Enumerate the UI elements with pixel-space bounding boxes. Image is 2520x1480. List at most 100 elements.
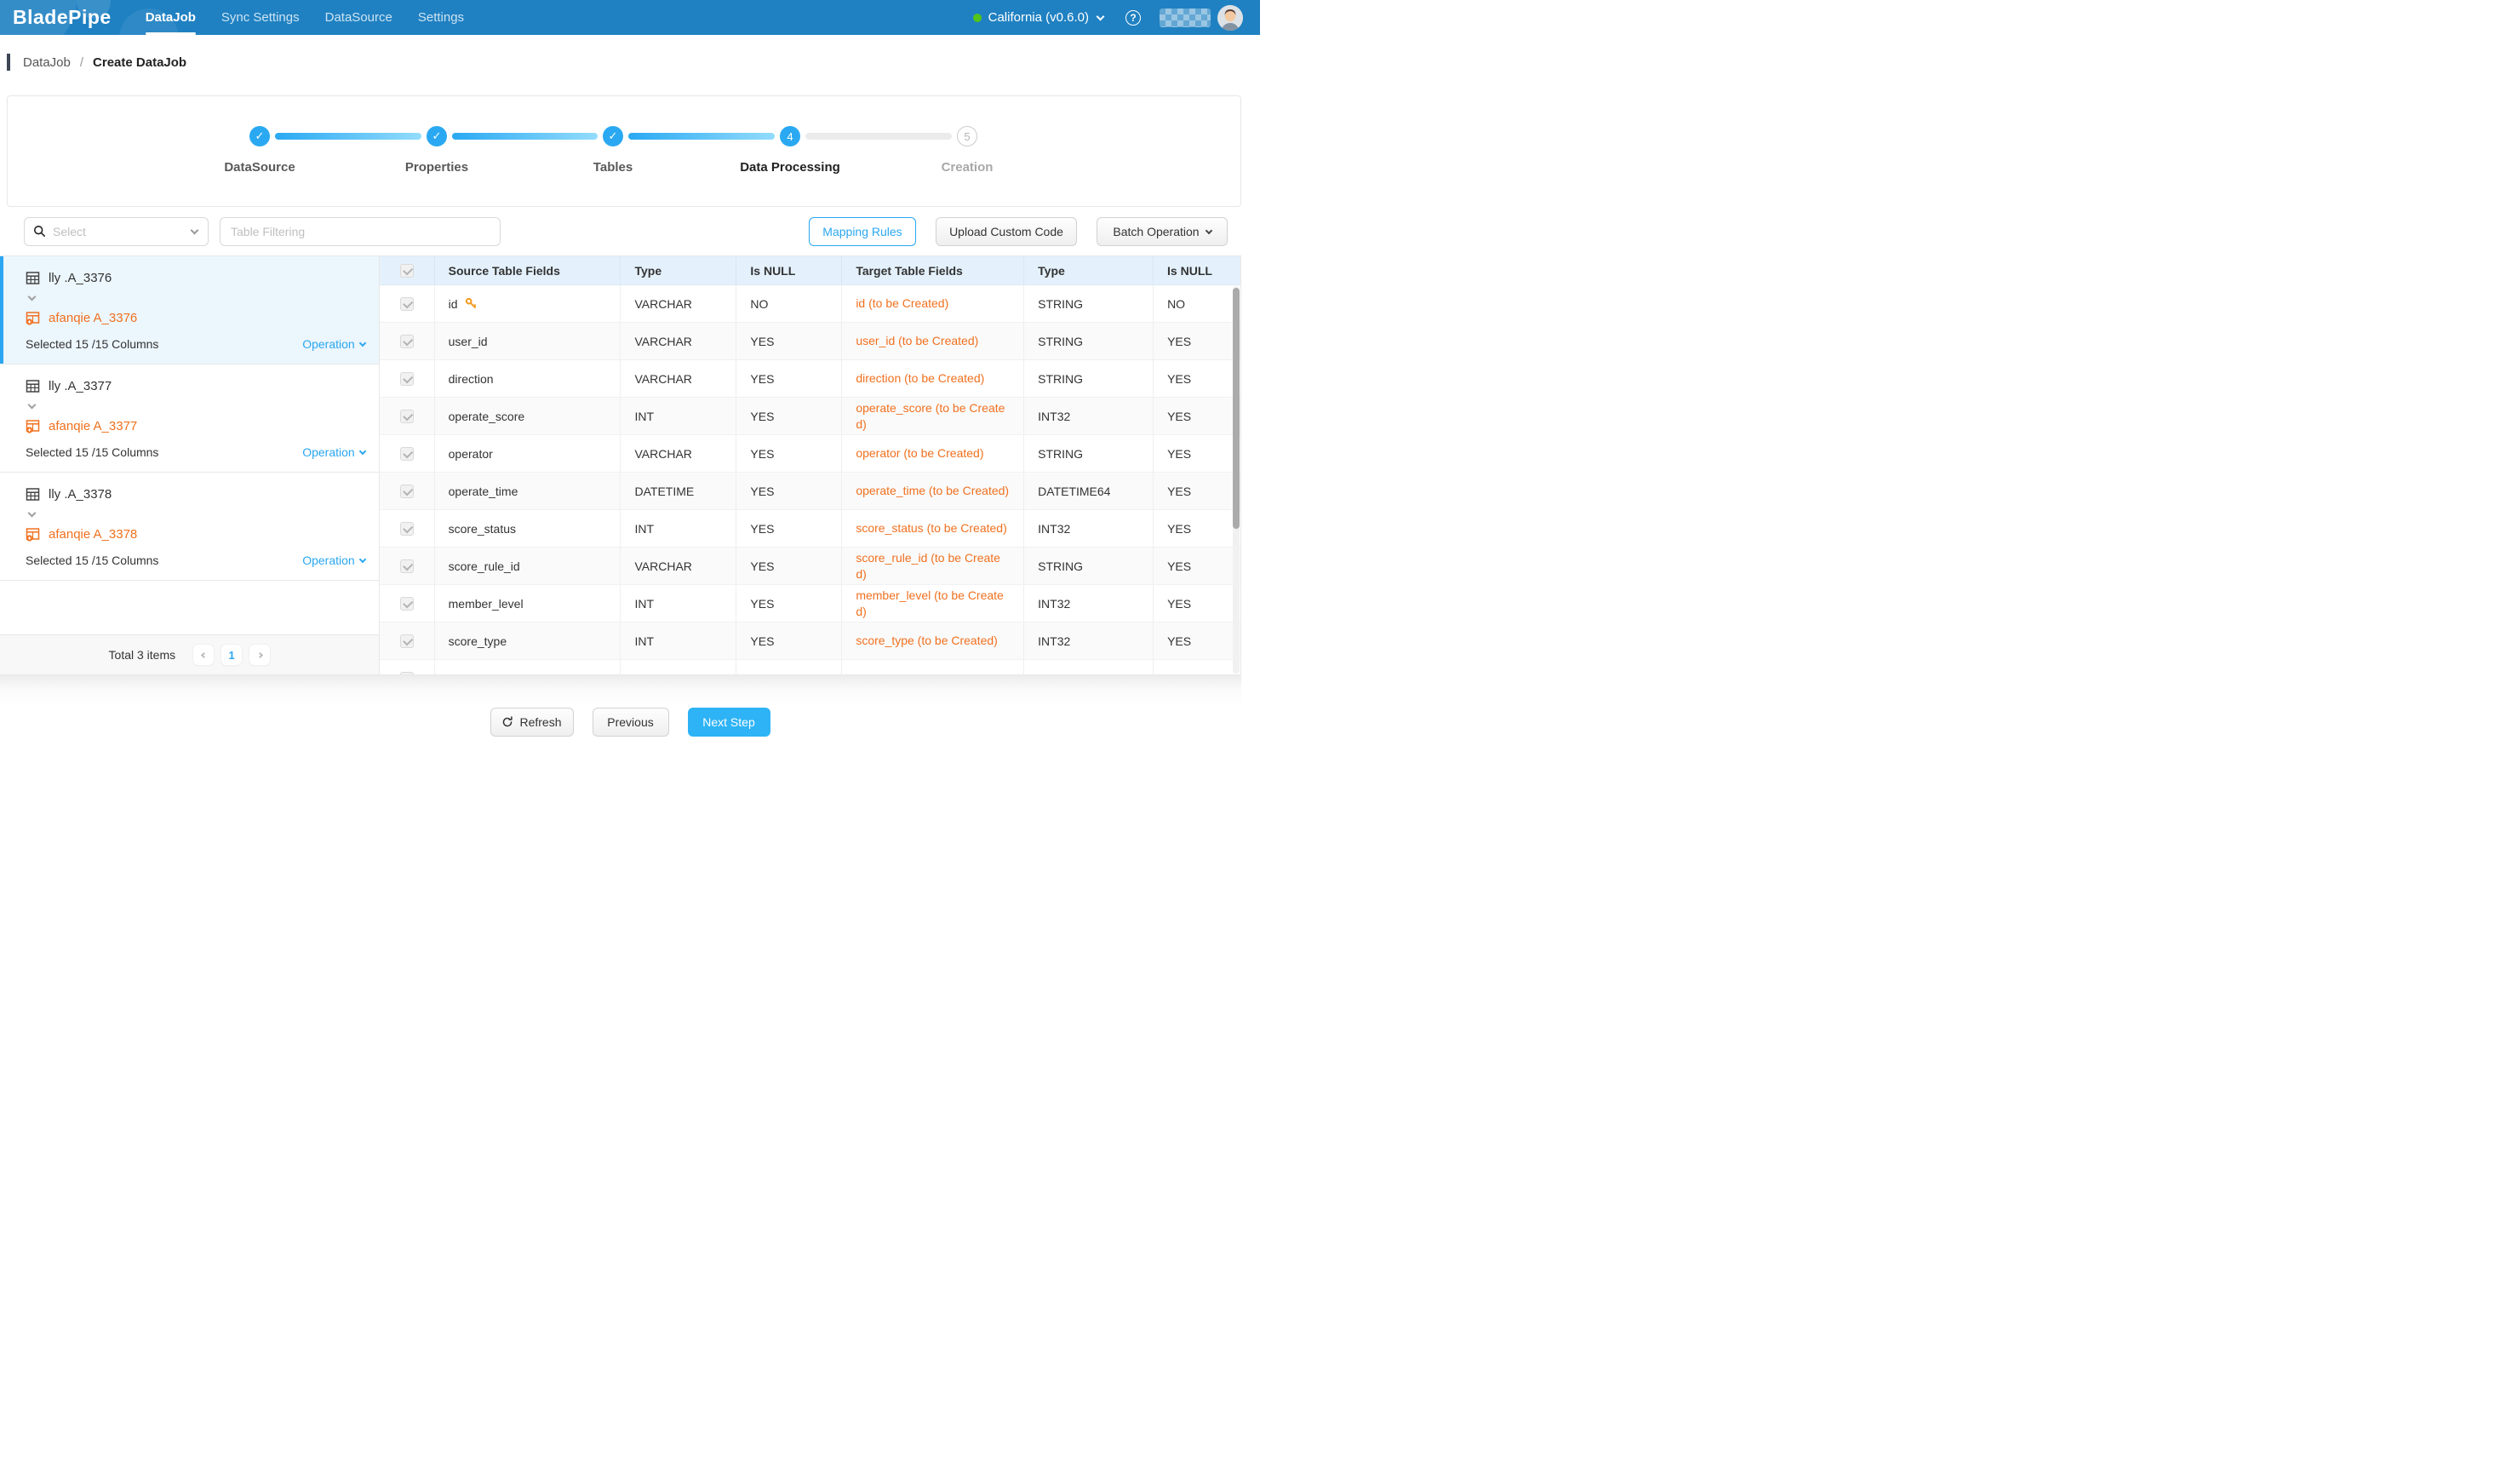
row-checkbox[interactable] — [380, 398, 435, 435]
status-dot — [973, 14, 982, 22]
target-field-name[interactable]: direction (to be Created) — [842, 360, 1024, 398]
target-field-isnull: YES — [1154, 323, 1240, 360]
upload-custom-code-button[interactable]: Upload Custom Code — [936, 217, 1077, 246]
nav-item-settings[interactable]: Settings — [418, 0, 464, 35]
field-mapping-row: operate_timeDATETIMEYESoperate_time (to … — [380, 473, 1240, 510]
mapping-rules-button[interactable]: Mapping Rules — [809, 217, 916, 246]
source-field-type: INT — [621, 398, 736, 435]
row-checkbox[interactable] — [380, 435, 435, 473]
pagination-next-button[interactable] — [249, 645, 270, 665]
nav-item-sync-settings[interactable]: Sync Settings — [221, 0, 300, 35]
select-all-checkbox[interactable] — [380, 256, 435, 284]
select-placeholder: Select — [53, 225, 192, 238]
target-field-name[interactable]: operate_score (to be Created) — [842, 398, 1024, 435]
row-checkbox[interactable] — [380, 323, 435, 360]
row-checkbox[interactable] — [380, 360, 435, 398]
refresh-button[interactable]: Refresh — [490, 708, 574, 737]
source-table-name: lly .A_3376 — [49, 271, 112, 285]
source-field-isnull: YES — [736, 398, 842, 435]
target-field-type: DATETIME64 — [1024, 473, 1154, 510]
search-icon — [33, 225, 46, 238]
table-list-item[interactable]: lly .A_3378afanqie A_3378Selected 15 /15… — [0, 473, 379, 581]
target-field-name[interactable]: score_type (to be Created) — [842, 622, 1024, 660]
header-source-isnull: Is NULL — [736, 256, 842, 284]
table-add-icon — [26, 527, 40, 542]
operation-dropdown[interactable]: Operation — [302, 554, 364, 567]
nav-item-datajob[interactable]: DataJob — [146, 0, 196, 35]
target-field-type: STRING — [1024, 360, 1154, 398]
app-logo: BladePipe — [13, 6, 112, 29]
field-mapping-row: score_rule_idVARCHARYESscore_rule_id (to… — [380, 548, 1240, 585]
selected-columns-label: Selected 15 /15 Columns — [26, 337, 158, 351]
card-shadow-area — [0, 675, 1241, 704]
pagination-prev-button[interactable] — [193, 645, 214, 665]
target-field-isnull: YES — [1154, 435, 1240, 473]
target-field-name[interactable]: id (to be Created) — [842, 285, 1024, 323]
nav-item-datasource[interactable]: DataSource — [325, 0, 392, 35]
source-field-name: member_level — [435, 585, 621, 622]
header-source-type: Type — [621, 256, 736, 284]
refresh-label: Refresh — [519, 715, 561, 729]
operation-dropdown[interactable]: Operation — [302, 445, 364, 459]
source-field-isnull: NO — [736, 285, 842, 323]
row-checkbox[interactable] — [380, 585, 435, 622]
target-field-type: INT32 — [1024, 585, 1154, 622]
previous-button[interactable]: Previous — [593, 708, 669, 737]
target-field-name[interactable]: member_level (to be Created) — [842, 585, 1024, 622]
field-mapping-table: Source Table FieldsTypeIs NULLTarget Tab… — [380, 256, 1240, 674]
row-checkbox[interactable] — [380, 622, 435, 660]
operation-dropdown[interactable]: Operation — [302, 337, 364, 351]
next-step-button[interactable]: Next Step — [688, 708, 770, 737]
target-field-name[interactable]: score_status (to be Created) — [842, 510, 1024, 548]
table-select-dropdown[interactable]: Select — [24, 217, 209, 246]
table-list-item[interactable]: lly .A_3376afanqie A_3376 Selected 15 /15… — [0, 256, 379, 364]
target-table-name: afanqie A_3378 — [49, 527, 137, 542]
pagination-page-1[interactable]: 1 — [221, 645, 242, 665]
target-field-name[interactable]: user_id (to be Created) — [842, 323, 1024, 360]
step-check-icon: ✓ — [427, 126, 447, 146]
breadcrumb-accent-bar — [7, 54, 10, 71]
target-table-name: afanqie A_3376 — [49, 311, 137, 325]
step-number: 4 — [780, 126, 800, 146]
table-list-item[interactable]: lly .A_3377afanqie A_3377Selected 15 /15… — [0, 364, 379, 473]
target-field-isnull: NO — [1154, 285, 1240, 323]
table-add-icon — [26, 419, 40, 433]
target-field-type: INT32 — [1024, 622, 1154, 660]
row-checkbox[interactable] — [380, 548, 435, 585]
chevron-down-icon[interactable] — [1097, 12, 1105, 20]
source-field-name: score_rule_id — [435, 548, 621, 585]
table-icon — [26, 487, 40, 502]
step-creation: 5Creation — [908, 126, 1027, 175]
target-field-isnull: YES — [1154, 398, 1240, 435]
avatar[interactable] — [1217, 5, 1243, 31]
step-label: Data Processing — [730, 160, 850, 175]
target-field-isnull: YES — [1154, 510, 1240, 548]
row-checkbox[interactable] — [380, 510, 435, 548]
row-checkbox[interactable] — [380, 285, 435, 323]
breadcrumb: DataJob / Create DataJob — [0, 35, 1260, 89]
table-list-panel: lly .A_3376afanqie A_3376 Selected 15 /15… — [0, 256, 380, 674]
region-version-label[interactable]: California (v0.6.0) — [988, 10, 1089, 25]
source-field-isnull: YES — [736, 548, 842, 585]
target-field-name[interactable]: operator (to be Created) — [842, 435, 1024, 473]
target-field-name[interactable]: score_rule_id (to be Created) — [842, 548, 1024, 585]
target-field-name[interactable]: operate_time (to be Created) — [842, 473, 1024, 510]
step-check-icon: ✓ — [603, 126, 623, 146]
header-target-fields: Target Table Fields — [842, 256, 1024, 284]
navbar-right-cluster: California (v0.6.0) ? — [973, 0, 1260, 35]
table-toolbar: Select Mapping Rules Upload Custom Code … — [0, 207, 1241, 255]
field-mapping-row: member_levelINTYESmember_level (to be Cr… — [380, 585, 1240, 622]
help-icon[interactable]: ? — [1125, 10, 1141, 26]
target-field-type: INT32 — [1024, 510, 1154, 548]
batch-operation-button[interactable]: Batch Operation — [1097, 217, 1228, 246]
source-field-isnull: YES — [736, 323, 842, 360]
table-body: idVARCHARNOid (to be Created)STRINGNOuse… — [380, 285, 1240, 674]
row-checkbox[interactable] — [380, 473, 435, 510]
table-filter-input[interactable] — [220, 217, 501, 246]
row-checkbox[interactable] — [380, 660, 435, 674]
breadcrumb-parent[interactable]: DataJob — [23, 55, 71, 70]
field-mapping-row: idVARCHARNOid (to be Created)STRINGNO — [380, 285, 1240, 323]
field-mapping-row: directionVARCHARYESdirection (to be Crea… — [380, 360, 1240, 398]
step-number: 5 — [957, 126, 977, 146]
vertical-scrollbar-thumb[interactable] — [1233, 288, 1240, 529]
